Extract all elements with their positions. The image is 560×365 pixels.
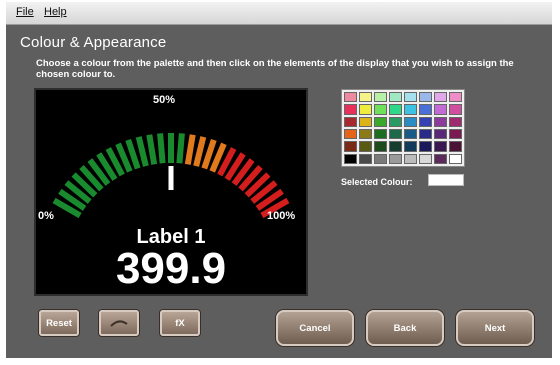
palette-swatch[interactable] (419, 104, 432, 115)
palette-swatch[interactable] (404, 128, 417, 140)
gauge-label-max[interactable]: 100% (267, 210, 295, 222)
palette-swatch[interactable] (419, 153, 432, 164)
palette-swatch[interactable] (344, 141, 357, 152)
palette-swatch[interactable] (389, 116, 402, 127)
palette-swatch[interactable] (434, 104, 447, 115)
fx-button-label: fX (175, 317, 185, 329)
cancel-button-label: Cancel (299, 322, 331, 334)
undo-button[interactable] (99, 310, 139, 336)
palette-swatch[interactable] (359, 141, 372, 152)
palette-swatch[interactable] (404, 141, 417, 152)
menu-help[interactable]: Help (44, 6, 67, 18)
palette-swatch[interactable] (344, 104, 357, 115)
gauge-segment[interactable] (176, 133, 185, 164)
palette-swatch[interactable] (419, 92, 432, 103)
palette-swatch[interactable] (374, 104, 387, 115)
palette-swatch[interactable] (344, 128, 357, 140)
palette-swatch[interactable] (374, 116, 387, 127)
undo-curve-icon (110, 320, 128, 327)
palette-swatch[interactable] (389, 128, 402, 140)
fx-button[interactable]: fX (160, 310, 200, 336)
palette-swatch[interactable] (344, 116, 357, 127)
page-title: Colour & Appearance (20, 34, 167, 51)
gauge-label-min[interactable]: 0% (38, 210, 54, 222)
palette-swatch[interactable] (344, 153, 357, 164)
display-value[interactable]: 399.9 (36, 244, 306, 294)
palette-swatch[interactable] (374, 92, 387, 103)
palette-swatch[interactable] (449, 141, 462, 152)
palette-swatch[interactable] (419, 141, 432, 152)
palette-swatch[interactable] (449, 104, 462, 115)
next-button[interactable]: Next (456, 310, 534, 346)
display-preview[interactable]: 50% 0% 100% Label 1 399.9 (34, 88, 308, 296)
palette-swatch[interactable] (389, 104, 402, 115)
palette-swatch[interactable] (359, 92, 372, 103)
menu-file[interactable]: File (16, 6, 34, 18)
gauge-segment[interactable] (146, 134, 158, 165)
palette-swatch[interactable] (404, 116, 417, 127)
palette-swatch[interactable] (419, 128, 432, 140)
palette-swatch[interactable] (389, 92, 402, 103)
app-window: File Help Colour & Appearance Choose a c… (6, 2, 552, 358)
gauge-label-mid[interactable]: 50% (153, 94, 175, 106)
palette-swatch[interactable] (359, 153, 372, 164)
menu-bar: File Help (6, 2, 552, 25)
reset-button[interactable]: Reset (39, 310, 79, 336)
palette-swatch[interactable] (389, 153, 402, 164)
palette-swatch[interactable] (359, 128, 372, 140)
selected-colour-label: Selected Colour: (341, 177, 413, 187)
palette-swatch[interactable] (449, 92, 462, 103)
gauge-segment[interactable] (193, 136, 207, 167)
colour-palette[interactable] (341, 89, 465, 167)
palette-swatch[interactable] (449, 153, 462, 164)
palette-swatch[interactable] (449, 116, 462, 127)
palette-swatch[interactable] (434, 128, 447, 140)
palette-swatch[interactable] (374, 153, 387, 164)
palette-swatch[interactable] (374, 141, 387, 152)
palette-swatch[interactable] (359, 104, 372, 115)
gauge-segment[interactable] (135, 136, 149, 167)
palette-swatch[interactable] (449, 128, 462, 140)
next-button-label: Next (484, 322, 506, 334)
back-button-label: Back (393, 322, 417, 334)
palette-swatch[interactable] (404, 92, 417, 103)
palette-swatch[interactable] (434, 116, 447, 127)
palette-swatch[interactable] (374, 128, 387, 140)
selected-colour-swatch (428, 174, 464, 186)
instruction-text: Choose a colour from the palette and the… (36, 58, 514, 80)
gauge-segment[interactable] (184, 134, 196, 165)
palette-swatch[interactable] (434, 141, 447, 152)
palette-swatch[interactable] (434, 153, 447, 164)
palette-swatch[interactable] (344, 92, 357, 103)
palette-swatch[interactable] (359, 116, 372, 127)
reset-button-label: Reset (46, 317, 72, 329)
palette-swatch[interactable] (389, 141, 402, 152)
cancel-button[interactable]: Cancel (276, 310, 354, 346)
palette-swatch[interactable] (434, 92, 447, 103)
palette-swatch[interactable] (419, 116, 432, 127)
palette-swatch[interactable] (404, 104, 417, 115)
palette-swatch[interactable] (404, 153, 417, 164)
gauge-segment[interactable] (157, 133, 166, 164)
back-button[interactable]: Back (366, 310, 444, 346)
